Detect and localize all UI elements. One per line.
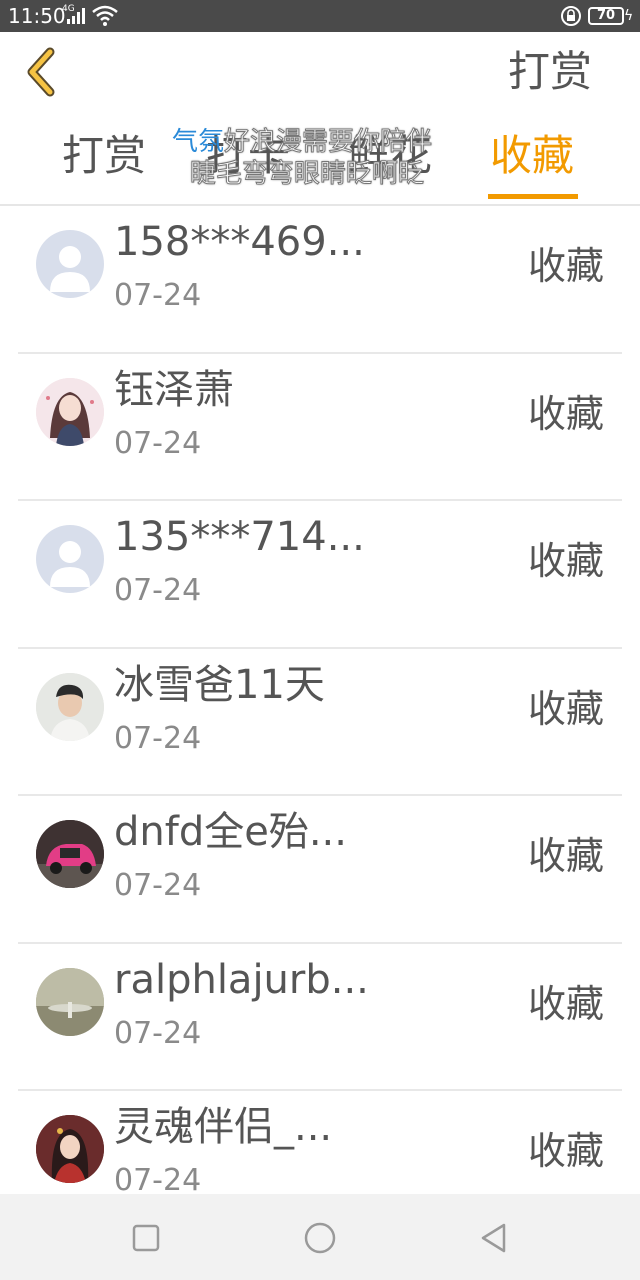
item-action-label: 收藏: [527, 1129, 604, 1173]
item-action-label: 收藏: [527, 244, 604, 288]
item-action-label: 收藏: [527, 834, 604, 878]
default-avatar[interactable]: [36, 230, 104, 298]
item-action-label: 收藏: [527, 981, 604, 1026]
charging-icon: ϟ: [624, 8, 634, 24]
list-item[interactable]: 158***469... 07-24 收藏: [0, 206, 640, 354]
user-name: dnfd全e殆...: [114, 809, 347, 855]
list-item[interactable]: dnfd全e殆... 07-24 收藏: [0, 796, 640, 944]
default-avatar[interactable]: [36, 525, 104, 593]
active-tab-indicator: [488, 194, 578, 199]
portrait-woman-avatar[interactable]: [36, 1115, 104, 1183]
overlay-lyric-text: 好浪漫需要你陪伴: [224, 127, 433, 158]
anime-girl-avatar[interactable]: [36, 377, 104, 446]
user-name: 冰雪爸11天: [114, 661, 325, 708]
favorites-list: 158***469... 07-24 收藏 钰泽萧 07-24 收藏 135**…: [0, 206, 640, 1194]
status-bar: 11:50 4G 70 ϟ: [0, 0, 640, 32]
home-icon[interactable]: [302, 1220, 338, 1256]
item-action-label: 收藏: [527, 686, 604, 731]
list-item[interactable]: 冰雪爸11天 07-24 收藏: [0, 649, 640, 797]
overlay-lyric-line-2: 睫毛弯弯眼睛眨啊眨: [189, 159, 425, 190]
overlay-lyric-accent: 气氛: [172, 127, 225, 157]
back-button[interactable]: [20, 44, 70, 100]
item-date: 07-24: [114, 278, 202, 313]
list-item[interactable]: 135***714... 07-24 收藏: [0, 501, 640, 649]
chevron-left-icon: [27, 47, 55, 97]
page-title: 打赏: [507, 47, 592, 96]
item-date: 07-24: [114, 1163, 202, 1194]
user-name: 灵魂伴侣_...: [114, 1104, 333, 1150]
rotation-lock-icon: [561, 6, 581, 26]
item-date: 07-24: [114, 573, 202, 608]
signal-icon: [67, 8, 85, 24]
item-date: 07-24: [114, 868, 202, 903]
item-action-label: 收藏: [527, 391, 604, 436]
user-name: 135***714...: [114, 514, 365, 560]
status-time: 11:50: [8, 4, 66, 28]
user-name: 158***469...: [114, 219, 365, 265]
recents-icon[interactable]: [128, 1220, 164, 1256]
landscape-avatar[interactable]: [36, 967, 104, 1036]
item-date: 07-24: [114, 720, 202, 756]
tab-favorites[interactable]: 收藏: [490, 128, 574, 184]
battery-indicator: 70: [588, 7, 624, 25]
item-date: 07-24: [114, 425, 202, 461]
list-item[interactable]: 钰泽萧 07-24 收藏: [0, 354, 640, 502]
tab-bar: 打赏 打卡 鲜花 收藏 气氛好浪漫需要你陪伴 睫毛弯弯眼睛眨啊眨: [0, 112, 640, 204]
wifi-icon: [92, 5, 118, 26]
tab-reward[interactable]: 打赏: [62, 128, 146, 184]
user-name: ralphlajurb...: [114, 956, 369, 1003]
item-date: 07-24: [114, 1015, 202, 1051]
young-man-avatar[interactable]: [36, 672, 104, 741]
title-bar: 打赏: [0, 32, 640, 112]
overlay-lyric-line-1: 气氛好浪漫需要你陪伴: [172, 126, 433, 158]
back-nav-icon[interactable]: [476, 1220, 512, 1256]
pink-car-avatar[interactable]: [36, 820, 104, 888]
list-item[interactable]: 灵魂伴侣_... 07-24 收藏: [0, 1091, 640, 1194]
list-item[interactable]: ralphlajurb... 07-24 收藏: [0, 944, 640, 1092]
system-nav-bar: [0, 1194, 640, 1280]
user-name: 钰泽萧: [114, 366, 234, 413]
item-action-label: 收藏: [527, 539, 604, 583]
